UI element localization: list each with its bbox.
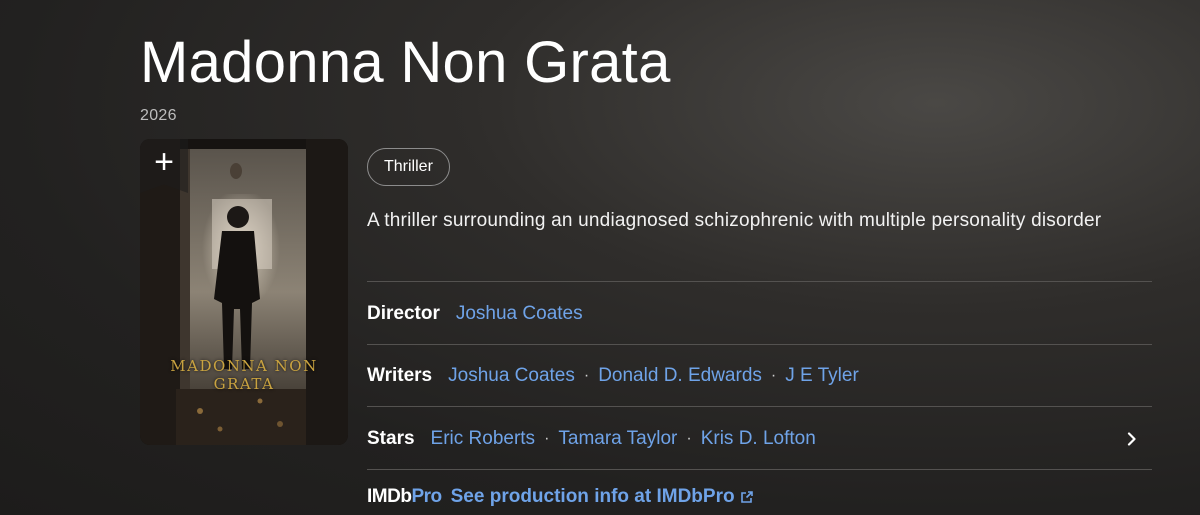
credit-row-director: Director Joshua Coates (367, 294, 1152, 334)
credit-label-stars[interactable]: Stars (367, 428, 415, 450)
credit-label-director[interactable]: Director (367, 303, 440, 325)
divider (367, 344, 1152, 345)
star-link[interactable]: Kris D. Lofton (701, 428, 816, 450)
poster-title-text: MADONNA NON GRATA (170, 357, 318, 393)
chevron-right-icon[interactable] (1120, 427, 1144, 451)
credit-label-writers[interactable]: Writers (367, 365, 432, 387)
writer-link[interactable]: J E Tyler (785, 365, 859, 387)
imdbpro-logo: IMDbPro (367, 486, 442, 507)
external-link-icon[interactable] (740, 490, 754, 504)
divider (367, 406, 1152, 407)
writer-link[interactable]: Joshua Coates (448, 365, 575, 387)
plot-summary: A thriller surrounding an undiagnosed sc… (367, 210, 1102, 231)
release-year[interactable]: 2026 (140, 107, 177, 125)
credit-row-stars[interactable]: Stars Eric Roberts · Tamara Taylor · Kri… (367, 419, 1152, 459)
separator-dot: · (770, 367, 777, 384)
director-link[interactable]: Joshua Coates (456, 303, 583, 325)
poster[interactable]: MADONNA NON GRATA + (140, 139, 348, 445)
star-link[interactable]: Eric Roberts (431, 428, 536, 450)
separator-dot: · (583, 367, 590, 384)
imdbpro-row: IMDbPro See production info at IMDbPro (367, 484, 754, 510)
divider (367, 469, 1152, 470)
divider (367, 281, 1152, 282)
genre-chip-label: Thriller (384, 158, 433, 175)
page-title: Madonna Non Grata (140, 30, 671, 95)
separator-dot: · (686, 430, 692, 447)
genre-chip-thriller[interactable]: Thriller (367, 148, 450, 186)
imdbpro-link[interactable]: See production info at IMDbPro (451, 486, 735, 508)
plus-icon: + (154, 143, 174, 181)
separator-dot: · (544, 430, 550, 447)
writer-link[interactable]: Donald D. Edwards (598, 365, 762, 387)
star-link[interactable]: Tamara Taylor (558, 428, 677, 450)
credit-row-writers: Writers Joshua Coates · Donald D. Edward… (367, 356, 1152, 396)
